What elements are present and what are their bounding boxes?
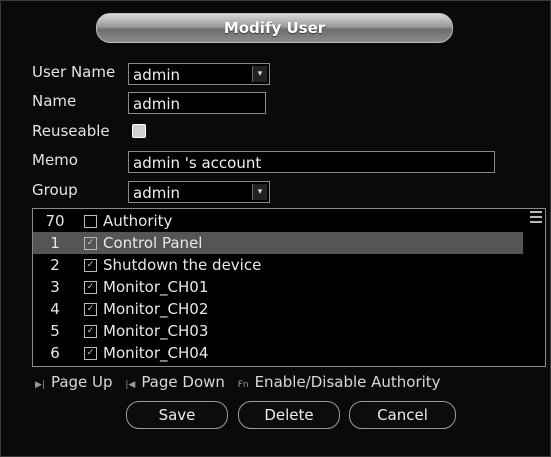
reuseable-label: Reuseable — [32, 122, 110, 140]
dialog-title: Modify User — [223, 19, 326, 37]
enable-disable-hint: Enable/Disable Authority — [254, 373, 441, 391]
reuseable-checkbox[interactable] — [132, 124, 146, 138]
row-number: 2 — [50, 256, 60, 274]
check-icon[interactable]: ✓ — [84, 237, 97, 250]
page-down-icon: |◀ — [125, 380, 136, 390]
list-item[interactable]: 2 ✓ Shutdown the device — [33, 254, 523, 276]
check-icon[interactable]: ✓ — [84, 325, 97, 338]
list-item[interactable]: 6 ✓ Monitor_CH04 — [33, 342, 523, 364]
name-label: Name — [32, 92, 77, 110]
check-icon[interactable]: ✓ — [84, 303, 97, 316]
list-item[interactable]: 3 ✓ Monitor_CH01 — [33, 276, 523, 298]
row-number: 3 — [50, 278, 60, 296]
user-name-dropdown[interactable]: admin ▾ — [128, 63, 270, 85]
authority-label: Shutdown the device — [103, 256, 262, 274]
row-number: 1 — [50, 234, 60, 252]
cancel-button[interactable]: Cancel — [349, 401, 456, 429]
authority-label: Control Panel — [103, 234, 203, 252]
authority-label: Monitor_CH04 — [103, 344, 209, 362]
list-item[interactable]: 1 ✓ Control Panel — [33, 232, 523, 254]
row-number: 5 — [50, 322, 60, 340]
key-hints: ▶| Page Up |◀ Page Down Fn Enable/Disable A… — [35, 373, 441, 391]
list-menu-icon[interactable] — [530, 211, 542, 223]
group-dropdown[interactable]: admin ▾ — [128, 181, 270, 203]
memo-field[interactable]: admin 's account — [128, 151, 495, 173]
select-all-checkbox[interactable] — [84, 215, 97, 228]
save-button[interactable]: Save — [126, 401, 228, 429]
name-field[interactable]: admin — [128, 92, 266, 114]
dialog-title-bar: Modify User — [96, 13, 453, 43]
page-up-icon: ▶| — [35, 380, 45, 390]
modify-user-dialog: Modify User User Name admin ▾ Name admin… — [0, 0, 551, 457]
user-name-value: admin — [133, 66, 180, 84]
check-icon[interactable]: ✓ — [84, 259, 97, 272]
page-down-hint: Page Down — [141, 373, 225, 391]
check-icon[interactable]: ✓ — [84, 347, 97, 360]
authority-count: 70 — [45, 212, 65, 230]
chevron-down-icon[interactable]: ▾ — [252, 184, 267, 200]
page-up-hint: Page Up — [50, 373, 113, 391]
authority-label: Monitor_CH03 — [103, 322, 209, 340]
check-icon[interactable]: ✓ — [84, 281, 97, 294]
row-number: 4 — [50, 300, 60, 318]
authority-header-row[interactable]: 70 Authority — [33, 210, 523, 232]
delete-button[interactable]: Delete — [238, 401, 340, 429]
group-value: admin — [133, 184, 180, 202]
authority-label: Monitor_CH01 — [103, 278, 209, 296]
list-item[interactable]: 4 ✓ Monitor_CH02 — [33, 298, 523, 320]
list-item[interactable]: 5 ✓ Monitor_CH03 — [33, 320, 523, 342]
fn-key-icon: Fn — [237, 380, 249, 390]
name-value: admin — [133, 95, 180, 113]
group-label: Group — [32, 181, 78, 199]
user-name-label: User Name — [32, 63, 116, 81]
row-number: 6 — [50, 344, 60, 362]
chevron-down-icon[interactable]: ▾ — [252, 66, 267, 82]
authority-list[interactable]: 70 Authority 1 ✓ Control Panel 2 ✓ Shutd… — [32, 208, 546, 367]
memo-label: Memo — [32, 151, 78, 169]
memo-value: admin 's account — [133, 154, 262, 172]
authority-label: Monitor_CH02 — [103, 300, 209, 318]
authority-header-label: Authority — [103, 212, 173, 230]
